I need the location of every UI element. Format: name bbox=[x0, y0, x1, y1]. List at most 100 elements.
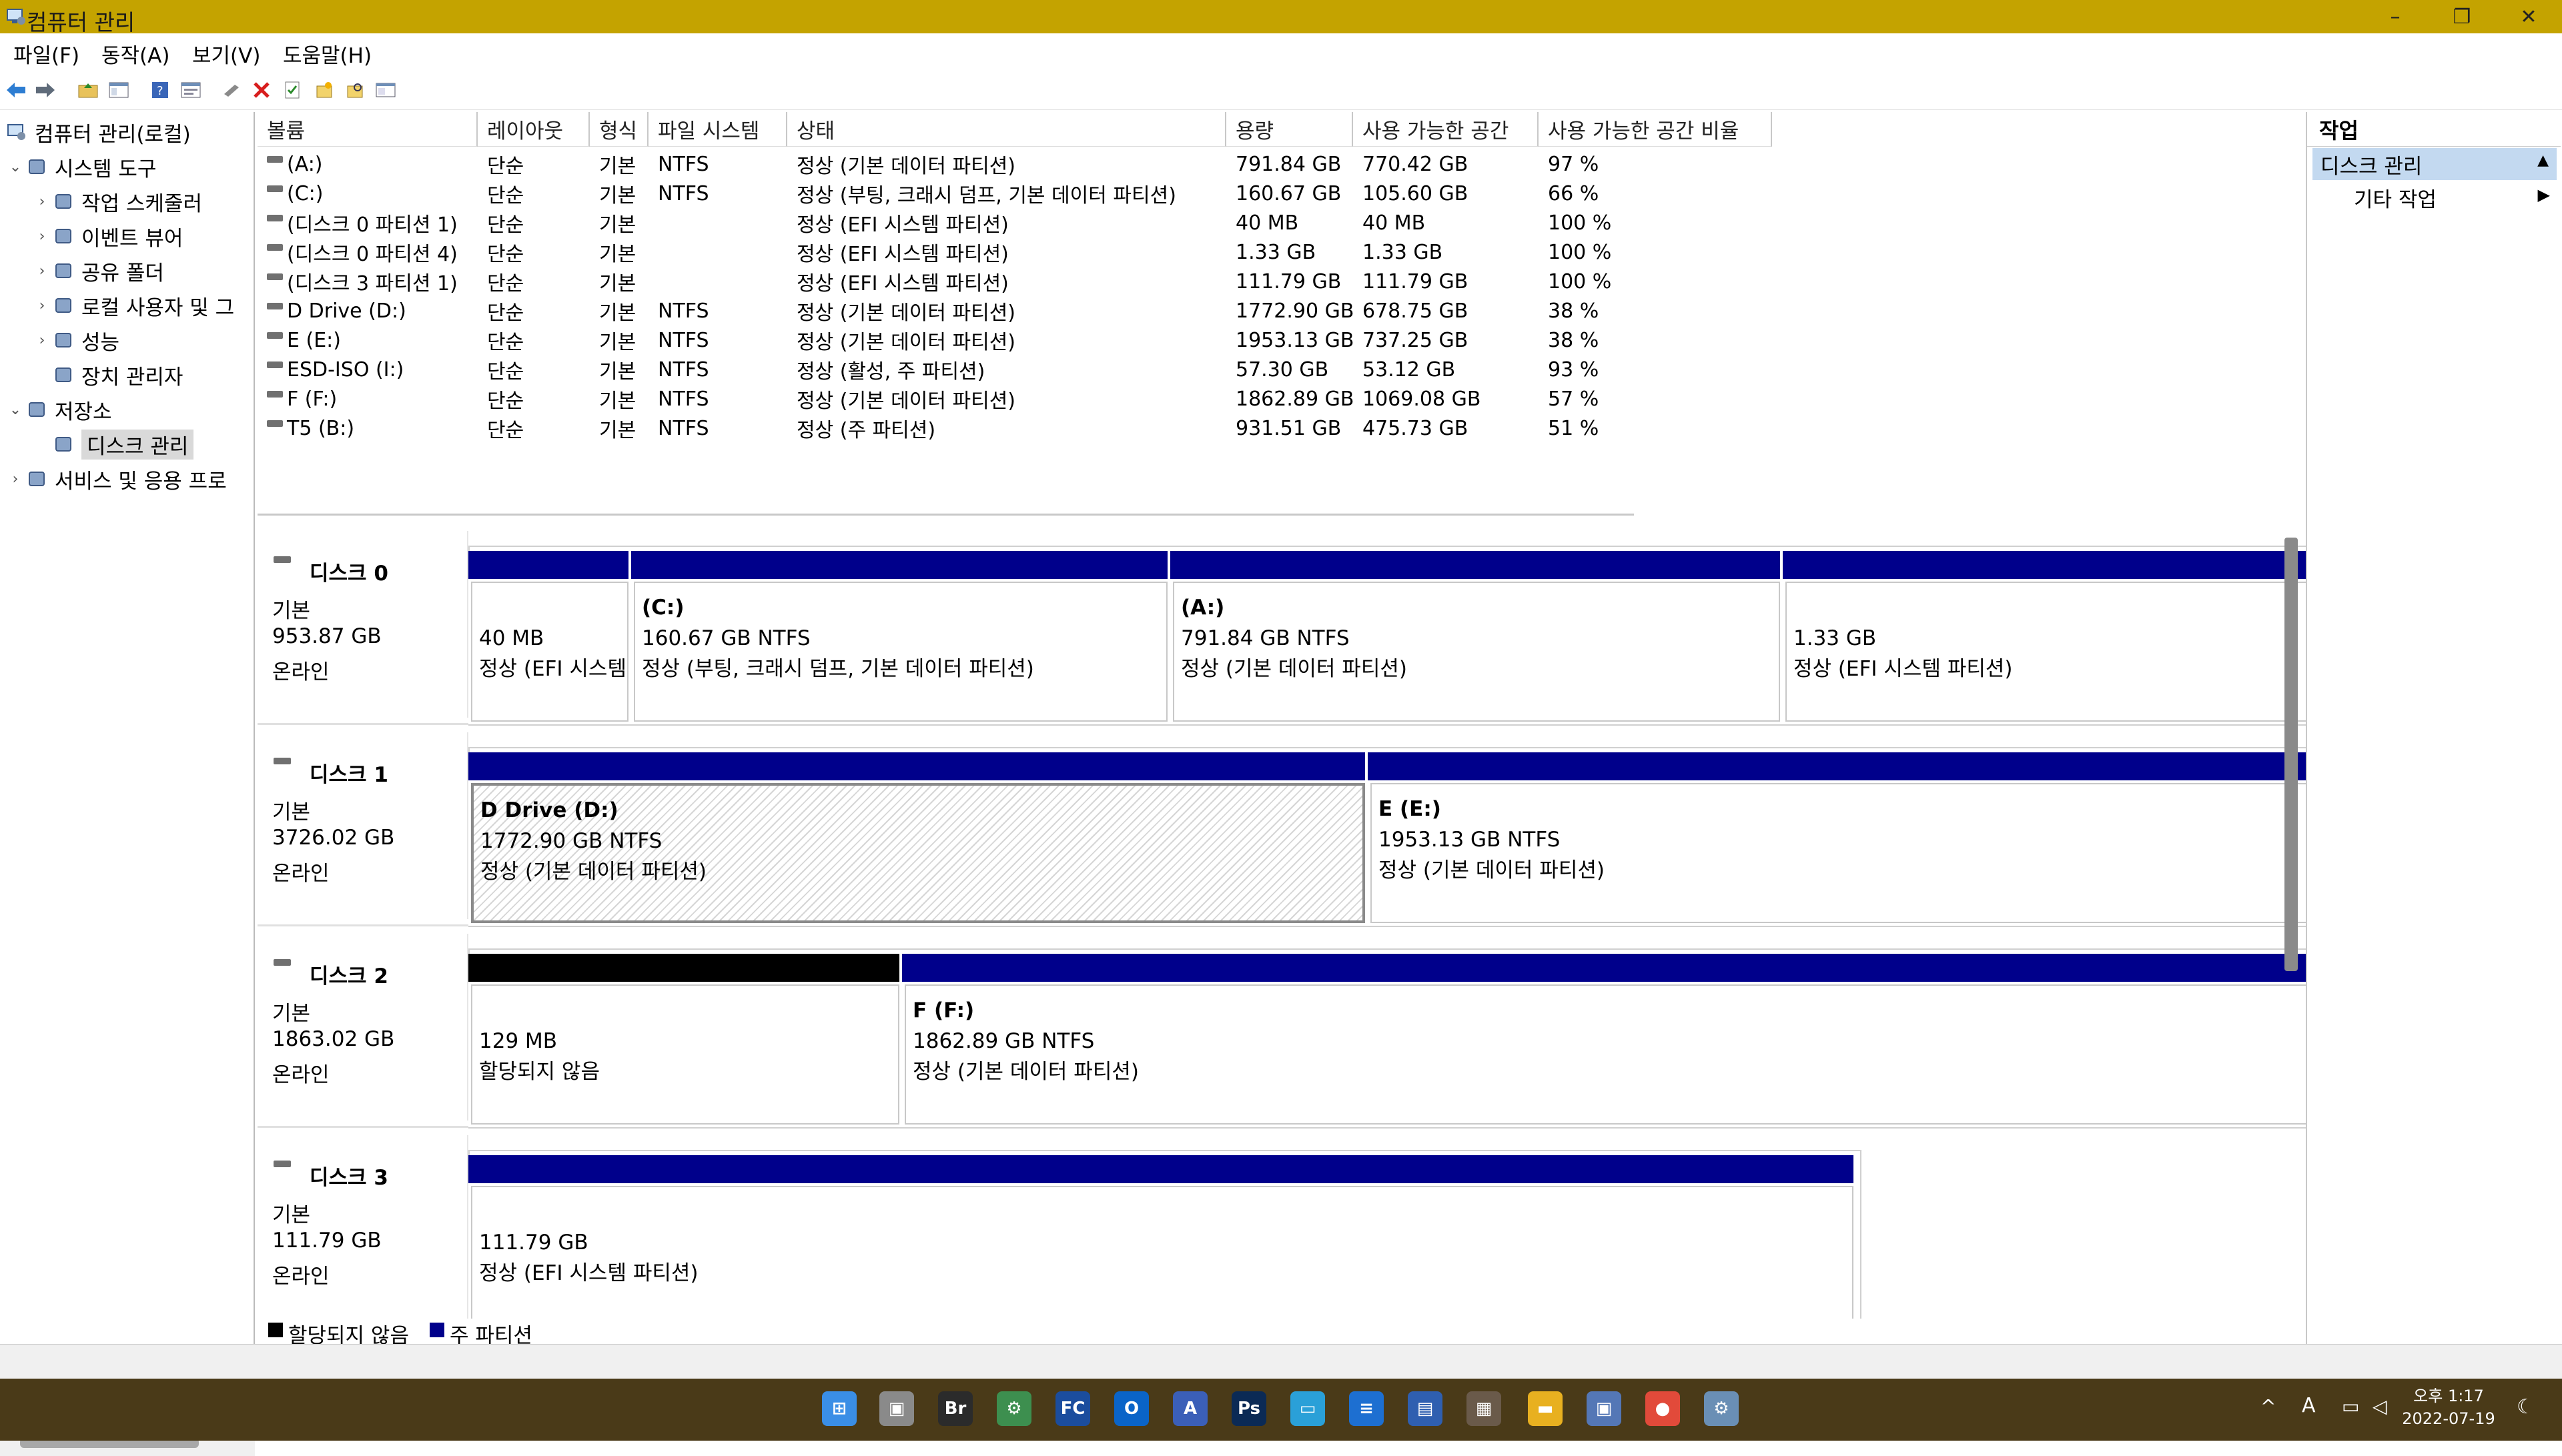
font-icon[interactable]: A bbox=[1173, 1391, 1208, 1426]
table-cell: 100 % bbox=[1548, 211, 1612, 235]
graph-vertical-scrollbar[interactable] bbox=[2284, 538, 2298, 971]
tree-item[interactable]: › 서비스 및 응용 프로 bbox=[0, 462, 254, 496]
delete-icon[interactable] bbox=[250, 78, 274, 102]
help-icon[interactable]: ? bbox=[148, 78, 172, 102]
checklist-icon[interactable] bbox=[280, 78, 304, 102]
new-folder-icon[interactable] bbox=[312, 78, 336, 102]
chevron-right-icon[interactable]: › bbox=[32, 332, 52, 349]
partition[interactable]: D Drive (D:) 1772.90 GB NTFS 정상 (기본 데이터 파티… bbox=[468, 752, 1368, 926]
column-header[interactable]: 사용 가능한 공간 비율 bbox=[1539, 112, 1772, 147]
more-actions-item[interactable]: 기타 작업 ▶ bbox=[2354, 181, 2554, 213]
app-icon[interactable]: ⚙ bbox=[997, 1391, 1031, 1426]
show-hide-tree-icon[interactable] bbox=[107, 78, 131, 102]
window-view-icon[interactable] bbox=[374, 78, 398, 102]
tree-item-label: 공유 폴더 bbox=[81, 261, 164, 285]
table-row[interactable]: T5 (B:) 단순 기본 NTFS 정상 (주 파티션) 931.51 GB 475.73… bbox=[258, 414, 1634, 443]
notepad-icon[interactable]: ≡ bbox=[1349, 1391, 1384, 1426]
partition[interactable]: F (F:) 1862.89 GB NTFS 정상 (기본 데이터 파티션) bbox=[902, 954, 2451, 1127]
collapse-up-icon[interactable]: ▲ bbox=[2537, 152, 2549, 169]
partition[interactable]: 40 MB 정상 (EFI 시스템 파티션) bbox=[468, 551, 631, 724]
partition-body: 111.79 GB 정상 (EFI 시스템 파티션) bbox=[471, 1186, 1853, 1326]
partition[interactable]: (A:) 791.84 GB NTFS 정상 (기본 데이터 파티션) bbox=[1170, 551, 1783, 724]
back-icon[interactable] bbox=[4, 78, 28, 102]
disk-info[interactable]: 디스크 1 기본 3726.02 GB 온라인 bbox=[258, 732, 468, 919]
chevron-right-icon[interactable]: › bbox=[5, 471, 25, 488]
desktop-icon[interactable]: ▭ bbox=[1290, 1391, 1325, 1426]
column-header[interactable]: 볼륨 bbox=[258, 112, 478, 147]
column-header[interactable]: 레이아웃 bbox=[478, 112, 590, 147]
clock[interactable]: 오후 1:17 2022-07-19 bbox=[2402, 1385, 2495, 1430]
search-folder-icon[interactable] bbox=[343, 78, 367, 102]
table-row[interactable]: (디스크 3 파티션 1) 단순 기본 정상 (EFI 시스템 파티션) 111.79 … bbox=[258, 267, 1634, 296]
disk-info[interactable]: 디스크 2 기본 1863.02 GB 온라인 bbox=[258, 934, 468, 1121]
unallocated-space[interactable]: 129 MB 할당되지 않음 bbox=[468, 954, 902, 1127]
chevron-down-icon[interactable]: ⌄ bbox=[5, 159, 25, 175]
minimize-button[interactable]: – bbox=[2362, 0, 2429, 33]
table-cell: 정상 (주 파티션) bbox=[797, 419, 936, 442]
menu-view[interactable]: 보기(V) bbox=[192, 39, 260, 69]
tree-item[interactable]: ⌄ 저장소 bbox=[0, 392, 254, 427]
table-row[interactable]: (디스크 0 파티션 4) 단순 기본 정상 (EFI 시스템 파티션) 1.33 GB… bbox=[258, 237, 1634, 267]
ime-icon[interactable]: A bbox=[2302, 1394, 2316, 1417]
network-icon[interactable]: ▭ bbox=[2342, 1395, 2359, 1417]
start-icon[interactable]: ⊞ bbox=[822, 1391, 857, 1426]
volume-icon[interactable]: ◁ bbox=[2373, 1395, 2387, 1417]
chevron-right-icon[interactable]: › bbox=[32, 297, 52, 314]
bridge-icon[interactable]: Br bbox=[938, 1391, 973, 1426]
menu-help[interactable]: 도움말(H) bbox=[283, 39, 372, 69]
chrome-icon[interactable]: ● bbox=[1645, 1391, 1680, 1426]
task-view-icon[interactable]: ▣ bbox=[879, 1391, 914, 1426]
disk-info[interactable]: 디스크 0 기본 953.87 GB 온라인 bbox=[258, 531, 468, 718]
tree-item[interactable]: › 성능 bbox=[0, 323, 254, 357]
save-icon[interactable]: ▤ bbox=[1408, 1391, 1442, 1426]
tree-item[interactable]: › 작업 스케줄러 bbox=[0, 184, 254, 219]
column-header[interactable]: 형식 bbox=[590, 112, 649, 147]
partition[interactable]: 111.79 GB 정상 (EFI 시스템 파티션) bbox=[468, 1155, 1856, 1329]
tree-item[interactable]: › 이벤트 뷰어 bbox=[0, 219, 254, 253]
filezilla-icon[interactable]: FC bbox=[1055, 1391, 1090, 1426]
table-row[interactable]: F (F:) 단순 기본 NTFS 정상 (기본 데이터 파티션) 1862.89 GB 1… bbox=[258, 384, 1634, 414]
tree-item[interactable]: › 로컬 사용자 및 그 bbox=[0, 288, 254, 323]
table-row[interactable]: (C:) 단순 기본 NTFS 정상 (부팅, 크래시 덤프, 기본 데이터 파티션) 1… bbox=[258, 179, 1634, 208]
up-folder-icon[interactable] bbox=[76, 78, 100, 102]
chevron-down-icon[interactable]: ⌄ bbox=[5, 402, 25, 418]
tray-overflow-icon[interactable]: ^ bbox=[2260, 1395, 2276, 1417]
table-row[interactable]: D Drive (D:) 단순 기본 NTFS 정상 (기본 데이터 파티션) 1772.… bbox=[258, 296, 1634, 325]
table-row[interactable]: (A:) 단순 기본 NTFS 정상 (기본 데이터 파티션) 791.84 GB 770.… bbox=[258, 149, 1634, 179]
tree-item[interactable]: ⌄ 시스템 도구 bbox=[0, 149, 254, 184]
tree-item[interactable]: › 공유 폴더 bbox=[0, 253, 254, 288]
connect-icon[interactable] bbox=[220, 78, 244, 102]
table-row[interactable]: (디스크 0 파티션 1) 단순 기본 정상 (EFI 시스템 파티션) 40 MB 40… bbox=[258, 208, 1634, 237]
column-header[interactable]: 용량 bbox=[1226, 112, 1353, 147]
actions-section-disk-management[interactable]: 디스크 관리 ▲ bbox=[2312, 148, 2557, 180]
menu-file[interactable]: 파일(F) bbox=[13, 39, 79, 69]
photoshop-icon[interactable]: Ps bbox=[1232, 1391, 1266, 1426]
tree-item[interactable]: 디스크 관리 bbox=[0, 427, 254, 462]
tools-icon bbox=[25, 155, 48, 178]
partition-type-band bbox=[468, 1155, 1853, 1183]
disk-info[interactable]: 디스크 3 기본 111.79 GB 온라인 bbox=[258, 1135, 468, 1322]
tree-item[interactable]: 장치 관리자 bbox=[0, 357, 254, 392]
forward-icon[interactable] bbox=[33, 78, 57, 102]
settings-icon[interactable]: ⚙ bbox=[1704, 1391, 1739, 1426]
outlook-icon[interactable]: O bbox=[1114, 1391, 1149, 1426]
close-button[interactable]: ✕ bbox=[2495, 0, 2562, 33]
partition-title: (C:) bbox=[642, 596, 685, 620]
column-header[interactable]: 파일 시스템 bbox=[649, 112, 787, 147]
partition[interactable]: (C:) 160.67 GB NTFS 정상 (부팅, 크래시 덤프, 기본 데이터… bbox=[631, 551, 1170, 724]
chevron-right-icon[interactable]: › bbox=[32, 193, 52, 210]
computer-management-icon[interactable]: ▣ bbox=[1587, 1391, 1621, 1426]
file-explorer-icon[interactable]: ▬ bbox=[1528, 1391, 1563, 1426]
tree-root[interactable]: 컴퓨터 관리(로컬) bbox=[0, 115, 254, 149]
properties-icon[interactable] bbox=[179, 78, 203, 102]
restore-button[interactable]: ❐ bbox=[2429, 0, 2495, 33]
table-row[interactable]: ESD-ISO (I:) 단순 기본 NTFS 정상 (활성, 주 파티션) 57.30 … bbox=[258, 355, 1634, 384]
notification-icon[interactable]: ☾ bbox=[2517, 1395, 2535, 1419]
chevron-right-icon[interactable]: › bbox=[32, 228, 52, 245]
table-row[interactable]: E (E:) 단순 기본 NTFS 정상 (기본 데이터 파티션) 1953.13 GB 7… bbox=[258, 325, 1634, 355]
column-header[interactable]: 사용 가능한 공간 bbox=[1353, 112, 1539, 147]
video-icon[interactable]: ▦ bbox=[1466, 1391, 1501, 1426]
menu-action[interactable]: 동작(A) bbox=[101, 39, 169, 69]
chevron-right-icon[interactable]: › bbox=[32, 263, 52, 279]
column-header[interactable]: 상태 bbox=[787, 112, 1226, 147]
